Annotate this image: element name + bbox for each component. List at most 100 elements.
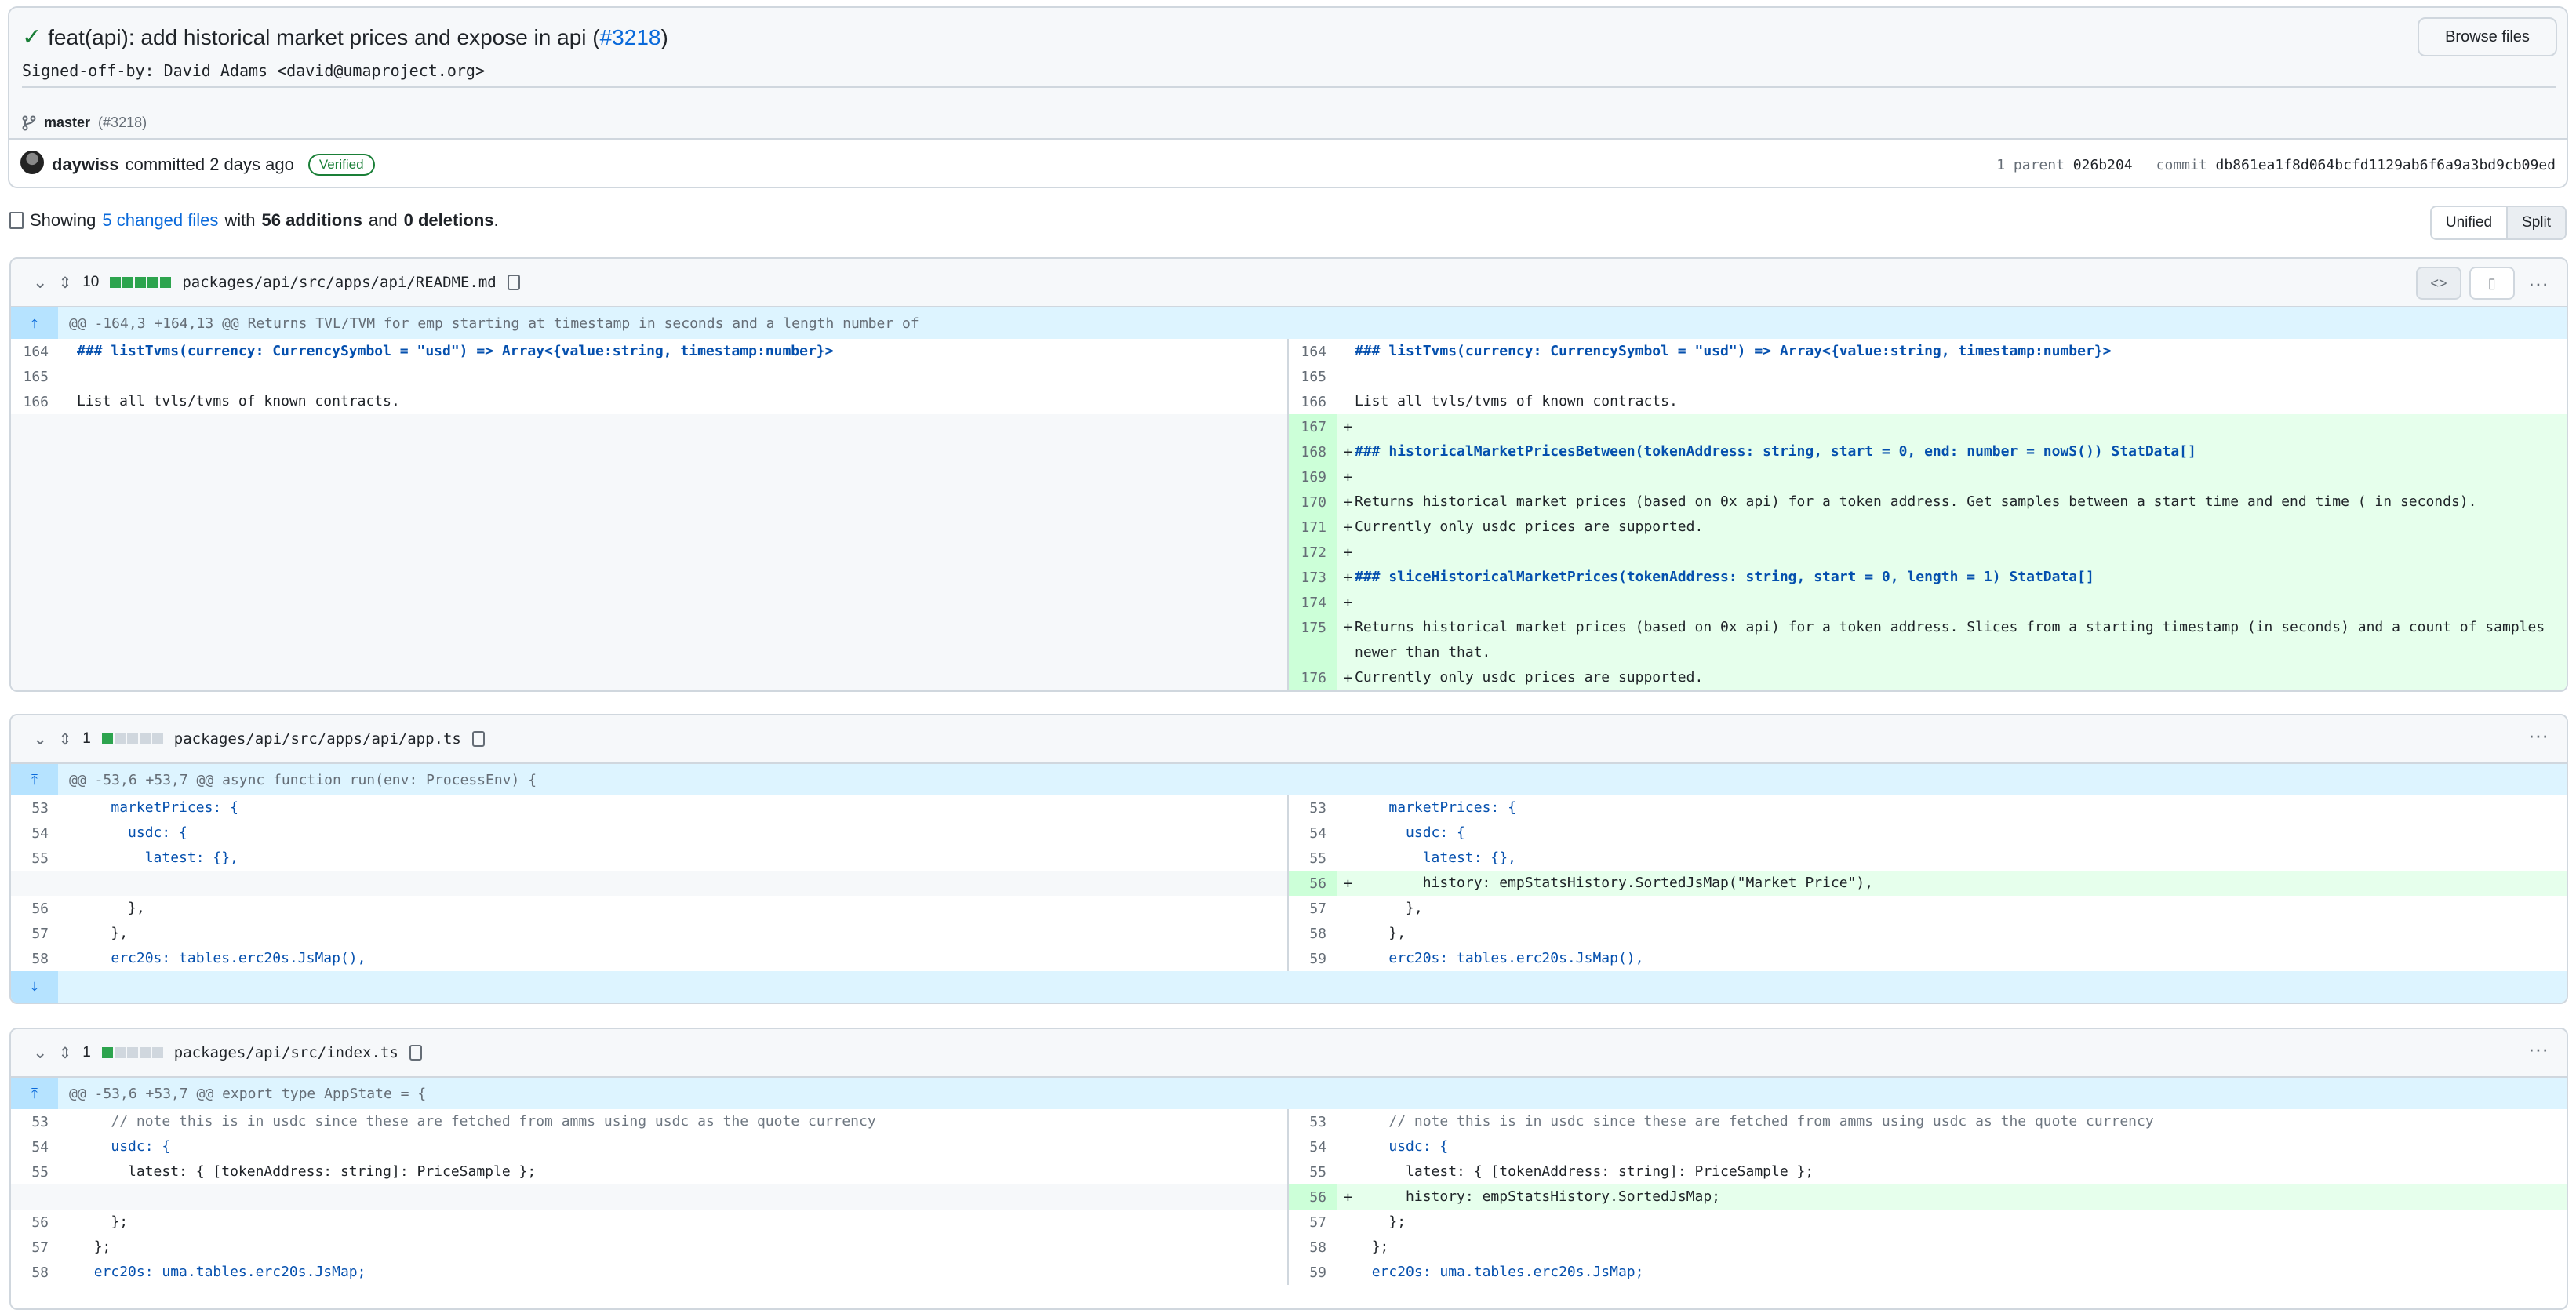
additions-count: 56 additions xyxy=(261,210,362,230)
diff-line: 58 }; xyxy=(1309,1239,1389,1256)
copy-icon[interactable] xyxy=(471,731,485,747)
diff-line: 164 ### listTvms(currency: CurrencySymbol… xyxy=(23,343,834,360)
unfold-icon[interactable]: ⇕ xyxy=(58,1043,71,1063)
parent-sha[interactable]: 026b204 xyxy=(2073,157,2133,173)
diff-line: 56 }, xyxy=(31,900,145,917)
hunk-header: ⤒ @@ -164,3 +164,13 @@ Returns TVL/TVM f… xyxy=(11,307,2567,339)
added-line: 56 + history: empStatsHistory.SortedJsMap… xyxy=(1289,871,2567,896)
left-side: 164 ### listTvms(currency: CurrencySymbol… xyxy=(11,339,1289,690)
file-actions: ··· xyxy=(2523,1037,2554,1061)
diff-summary: Showing 5 changed files with 56 addition… xyxy=(9,210,499,231)
diff-line: 53 // note this is in usdc since these a… xyxy=(1309,1113,2154,1130)
empty-line xyxy=(11,1184,1287,1210)
diff-view-toggle: Unified Split xyxy=(2429,206,2567,240)
kebab-icon[interactable]: ··· xyxy=(2523,271,2554,296)
diff-line: 56 }; xyxy=(31,1214,129,1231)
check-icon: ✓ xyxy=(22,24,42,50)
divider xyxy=(22,86,2556,88)
diff-line: 54 usdc: { xyxy=(1309,1138,1449,1155)
diff-line: 59 erc20s: tables.erc20s.JsMap(), xyxy=(1309,950,1644,967)
diff-line: 57 }, xyxy=(1309,900,1423,917)
commit-meta: daywiss committed 2 days ago Verified 1 … xyxy=(9,140,2567,187)
file-name[interactable]: packages/api/src/apps/api/README.md xyxy=(182,274,496,291)
file-name[interactable]: packages/api/src/index.ts xyxy=(174,1044,398,1061)
right-side: 53 // note this is in usdc since these a… xyxy=(1289,1109,2567,1285)
diffstat-bar xyxy=(101,1047,163,1058)
commit-signoff: Signed-off-by: David Adams <david@umapro… xyxy=(22,61,486,80)
rich-view-icon[interactable]: ▯ xyxy=(2469,267,2515,300)
sha-row: 1 parent 026b204 commit db861ea1f8d064bc… xyxy=(1996,157,2556,173)
file-header: ⌄ ⇕ 10 packages/api/src/apps/api/README.… xyxy=(11,259,2567,307)
kebab-icon[interactable]: ··· xyxy=(2523,1037,2554,1061)
git-branch-icon xyxy=(22,115,36,130)
diff-line: 59 erc20s: uma.tables.erc20s.JsMap; xyxy=(1309,1264,1644,1281)
added-line: 173 + ### sliceHistoricalMarketPrices(toke… xyxy=(1289,565,2567,590)
diff-line: 166 List all tvls/tvms of known contracts… xyxy=(23,393,400,410)
file-diff-readme: ⌄ ⇕ 10 packages/api/src/apps/api/README.… xyxy=(9,257,2568,692)
expand-up-icon[interactable]: ⤒ xyxy=(11,1078,58,1109)
copy-icon[interactable] xyxy=(409,1045,422,1061)
split-diff: 53 // note this is in usdc since these a… xyxy=(11,1109,2567,1285)
diff-line: 55 latest: {}, xyxy=(31,850,238,867)
branch-name[interactable]: master xyxy=(44,115,90,131)
change-count: 1 xyxy=(82,1044,91,1061)
expand-row: ⤓ xyxy=(11,971,2567,1003)
commit-header: ✓ feat(api): add historical market price… xyxy=(8,6,2568,188)
verified-badge[interactable]: Verified xyxy=(307,154,375,176)
browse-files-button[interactable]: Browse files xyxy=(2418,17,2557,56)
expand-up-icon[interactable]: ⤒ xyxy=(11,764,58,795)
split-button[interactable]: Split xyxy=(2506,207,2565,238)
kebab-icon[interactable]: ··· xyxy=(2523,723,2554,748)
unfold-icon[interactable]: ⇕ xyxy=(58,273,71,293)
branch-pr[interactable]: (#3218) xyxy=(98,115,147,131)
diff-line: 54 usdc: { xyxy=(31,824,187,842)
diff-line: 57 }, xyxy=(31,925,129,942)
diff-line: 58 erc20s: tables.erc20s.JsMap(), xyxy=(31,950,366,967)
change-count: 1 xyxy=(82,730,91,747)
chevron-down-icon[interactable]: ⌄ xyxy=(33,272,47,293)
file-header: ⌄ ⇕ 1 packages/api/src/apps/api/app.ts ·… xyxy=(11,715,2567,764)
expand-down-icon[interactable]: ⤓ xyxy=(11,971,58,1003)
diffstat-bar xyxy=(110,277,172,288)
commit-title: feat(api): add historical market prices … xyxy=(48,24,587,49)
code-view-icon[interactable]: <> xyxy=(2416,267,2461,300)
added-line: 168 + ### historicalMarketPricesBetween(to… xyxy=(1289,439,2567,464)
change-count: 10 xyxy=(82,274,100,290)
diff-line: 55 latest: { [tokenAddress: string]: Pri… xyxy=(31,1163,537,1181)
added-line: 172 + xyxy=(1289,540,2567,565)
chevron-down-icon[interactable]: ⌄ xyxy=(33,729,47,749)
commit-label: commit xyxy=(2156,157,2207,173)
added-line: 167 + xyxy=(1289,414,2567,439)
pr-link[interactable]: #3218 xyxy=(600,25,661,50)
author-name[interactable]: daywiss xyxy=(52,155,119,175)
diff-line: 166 List all tvls/tvms of known contracts… xyxy=(1301,393,1678,410)
added-line: 56 + history: empStatsHistory.SortedJsMap… xyxy=(1289,1184,2567,1210)
hunk-header: ⤒ @@ -53,6 +53,7 @@ async function run(e… xyxy=(11,764,2567,795)
added-line: 176 + Currently only usdc prices are suppo… xyxy=(1289,665,2567,690)
file-diff-icon xyxy=(9,212,24,229)
expand-up-icon[interactable]: ⤒ xyxy=(11,307,58,339)
split-diff: 164 ### listTvms(currency: CurrencySymbol… xyxy=(11,339,2567,690)
file-actions: <> ▯ ··· xyxy=(2416,267,2554,300)
changed-files-link[interactable]: 5 changed files xyxy=(102,210,218,231)
file-actions: ··· xyxy=(2523,723,2554,748)
avatar[interactable] xyxy=(20,151,44,174)
file-header: ⌄ ⇕ 1 packages/api/src/index.ts ··· xyxy=(11,1029,2567,1078)
copy-icon[interactable] xyxy=(507,275,520,290)
diff-line: 55 latest: {}, xyxy=(1309,850,1516,867)
diff-line: 57 }; xyxy=(31,1239,111,1256)
diff-line: 53 marketPrices: { xyxy=(31,799,238,817)
empty-line xyxy=(11,871,1287,896)
diff-line: 58 }, xyxy=(1309,925,1406,942)
added-line: 174 + xyxy=(1289,590,2567,615)
author-row: daywiss committed 2 days ago Verified xyxy=(52,154,375,176)
added-line: 171 + Currently only usdc prices are suppo… xyxy=(1289,515,2567,540)
diff-line: 57 }; xyxy=(1309,1214,1406,1231)
committed-text: committed 2 days ago xyxy=(125,155,294,174)
diff-line: 54 usdc: { xyxy=(31,1138,171,1155)
unfold-icon[interactable]: ⇕ xyxy=(58,730,71,749)
unified-button[interactable]: Unified xyxy=(2432,207,2506,238)
chevron-down-icon[interactable]: ⌄ xyxy=(33,1043,47,1063)
hunk-header: ⤒ @@ -53,6 +53,7 @@ export type AppState… xyxy=(11,1078,2567,1109)
file-name[interactable]: packages/api/src/apps/api/app.ts xyxy=(174,730,461,748)
